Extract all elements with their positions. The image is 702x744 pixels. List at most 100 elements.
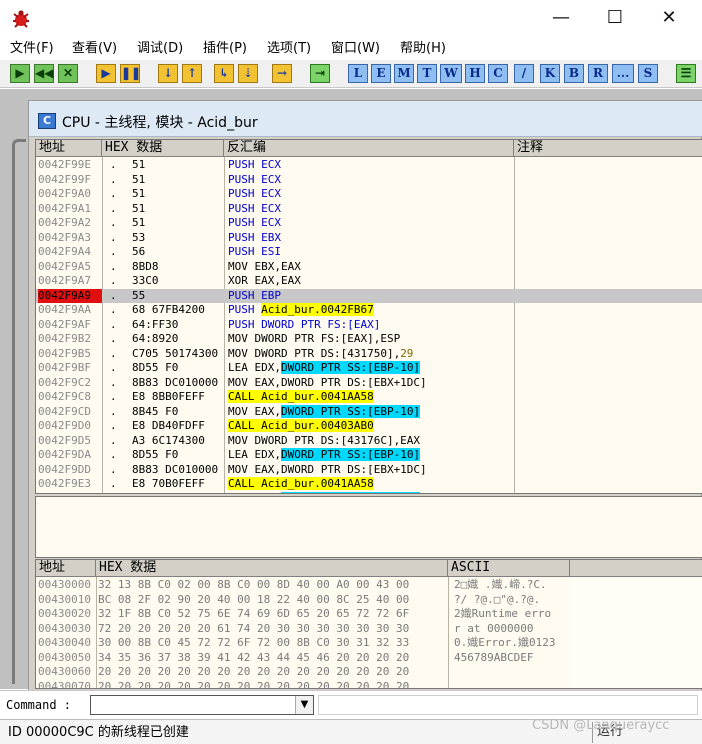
references-window-button[interactable]: R	[588, 64, 608, 83]
dump-row[interactable]: 00430070 20 20 20 20 20 20 20 20 20 20 20…	[36, 680, 570, 689]
disasm-marker: .	[110, 187, 117, 200]
disasm-address: 0042F9A5	[38, 259, 91, 273]
disasm-row[interactable]: 0042F99F. 51 PUSH ECX	[36, 173, 702, 188]
log-window-button[interactable]: L	[348, 64, 368, 83]
open-icon[interactable]: ▶	[10, 64, 30, 83]
instruction-part: PUSH ESI	[228, 245, 281, 258]
disasm-marker: .	[110, 346, 117, 360]
disasm-row[interactable]: 0042F9E3. E8 70B0FEFF CALL Acid_bur.0041AA…	[36, 477, 702, 492]
trace-into-icon[interactable]: ↳	[214, 64, 234, 83]
column-address[interactable]: 地址	[36, 140, 102, 157]
disassembly-pane[interactable]: 地址 HEX 数据 反汇编 注释 0042F99E. 51 PUSH ECX 0042…	[35, 139, 702, 494]
toolbar: ▶ ◀◀ ✕ ▶ ❚❚ ↓ ↑ ↳ ⇣ → ⇥ L E M T W H C / …	[0, 60, 702, 88]
windows-window-button[interactable]: W	[440, 64, 462, 83]
call-stack-window-button[interactable]: K	[540, 64, 560, 83]
rewind-icon[interactable]: ◀◀	[34, 64, 54, 83]
column-disassembly[interactable]: 反汇编	[224, 140, 514, 157]
instruction-part: MOV EBX,EAX	[228, 259, 301, 273]
run-icon[interactable]: ▶	[96, 64, 116, 83]
menu-debug[interactable]: 调试(D)	[137, 40, 183, 58]
disasm-row[interactable]: 0042F9B5. C705 50174300 MOV DWORD PTR DS:[…	[36, 347, 702, 362]
disasm-instruction: PUSH ECX	[228, 173, 518, 188]
disasm-instruction: PUSH Acid_bur.0042FB67	[228, 303, 518, 318]
goto-icon[interactable]: ⇥	[310, 64, 330, 83]
dump-hex: BC 08 2F 02 90 20 40 00 18 22 40 00 8C 2…	[98, 592, 410, 606]
disasm-row[interactable]: 0042F9A4. 56 PUSH ESI	[36, 245, 702, 260]
menu-file[interactable]: 文件(F)	[10, 40, 54, 58]
column-hex[interactable]: HEX 数据	[102, 140, 224, 157]
instruction-part: XOR EAX,EAX	[228, 274, 301, 287]
instruction-part: PUSH	[228, 303, 262, 316]
threads-window-button[interactable]: T	[417, 64, 437, 83]
dump-column-ascii[interactable]: ASCII	[448, 560, 570, 577]
trace-over-icon[interactable]: ⇣	[238, 64, 258, 83]
instruction-part: MOV DWORD PTR FS:[EAX],ESP	[228, 332, 401, 345]
dump-column-address[interactable]: 地址	[36, 560, 96, 577]
disasm-row[interactable]: 0042F9D5. A3 6C174300 MOV DWORD PTR DS:[43…	[36, 434, 702, 449]
close-button[interactable]: ✕	[646, 4, 692, 32]
run-trace-window-button[interactable]: ...	[612, 64, 634, 83]
disasm-row[interactable]: 0042F9C8. E8 8BB0FEFF CALL Acid_bur.0041AA…	[36, 390, 702, 405]
dump-row[interactable]: 00430040 30 00 8B C0 45 72 72 6F 72 00 8B…	[36, 636, 570, 651]
source-window-button[interactable]: S	[638, 64, 658, 83]
menu-window[interactable]: 窗口(W)	[331, 40, 380, 58]
disasm-row[interactable]: 0042F9A7. 33C0 XOR EAX,EAX	[36, 274, 702, 289]
cpu-window-titlebar[interactable]: C CPU - 主线程, 模块 - Acid_bur	[29, 101, 702, 137]
breakpoints-window-button[interactable]: B	[564, 64, 584, 83]
cpu-window-button[interactable]: C	[488, 64, 508, 83]
dump-pane[interactable]: 地址 HEX 数据 ASCII 00430000 32 13 8B C0 02 0…	[35, 559, 702, 689]
minimize-button[interactable]: —	[538, 4, 584, 32]
disasm-row-current[interactable]: 0042F9A9. 55 PUSH EBP	[36, 288, 702, 303]
step-into-icon[interactable]: ↓	[158, 64, 178, 83]
instruction-part: PUSH ECX	[228, 158, 281, 171]
cpu-window-icon: C	[38, 113, 56, 129]
disasm-marker: .	[110, 216, 117, 229]
close-process-icon[interactable]: ✕	[58, 64, 78, 83]
memory-window-button[interactable]: M	[394, 64, 414, 83]
menu-view[interactable]: 查看(V)	[72, 40, 117, 58]
disasm-hex: 8D55 F0	[132, 361, 179, 374]
handles-window-button[interactable]: H	[465, 64, 485, 83]
info-pane[interactable]	[35, 496, 702, 558]
menu-options[interactable]: 选项(T)	[267, 40, 311, 58]
disasm-hex: 64:FF30	[132, 317, 179, 331]
patches-window-button[interactable]: /	[514, 64, 534, 83]
maximize-button[interactable]: ☐	[592, 4, 638, 32]
disasm-row[interactable]: 0042F9DD. 8B83 DC010000 MOV EAX,DWORD PTR …	[36, 463, 702, 478]
disasm-row[interactable]: 0042F9CD. 8B45 F0 MOV EAX,DWORD PTR SS:[EB…	[36, 404, 702, 420]
disasm-marker: .	[110, 274, 117, 287]
disasm-row[interactable]: 0042F9A1. 51 PUSH ECX	[36, 202, 702, 217]
dump-column-hex[interactable]: HEX 数据	[96, 560, 448, 577]
disasm-row[interactable]: 0042F9AA. 68 67FB4200 PUSH Acid_bur.0042FB…	[36, 303, 702, 318]
dump-row[interactable]: 00430050 34 35 36 37 38 39 41 42 43 44 45…	[36, 651, 570, 666]
disasm-row[interactable]: 0042F9A2. 51 PUSH ECX	[36, 216, 702, 231]
chevron-down-icon[interactable]: ▼	[295, 696, 313, 714]
disasm-row[interactable]: 0042F9D0. E8 DB40FDFF CALL Acid_bur.00403A…	[36, 419, 702, 434]
menu-help[interactable]: 帮助(H)	[400, 40, 446, 58]
menu-plugins[interactable]: 插件(P)	[203, 40, 247, 58]
dump-row[interactable]: 00430020 32 1F 8B C0 52 75 6E 74 69 6D 65…	[36, 607, 570, 622]
disasm-row[interactable]: 0042F99E. 51 PUSH ECX	[36, 158, 702, 173]
disasm-row[interactable]: 0042F9A0. 51 PUSH ECX	[36, 187, 702, 202]
disasm-row[interactable]: 0042F9A5. 8BD8 MOV EBX,EAX	[36, 260, 702, 275]
modules-window-button[interactable]: E	[371, 64, 391, 83]
execute-till-return-icon[interactable]: →	[272, 64, 292, 83]
ladybug-icon[interactable]	[10, 8, 32, 30]
command-input[interactable]: ▼	[90, 695, 314, 715]
disasm-marker: .	[110, 361, 117, 374]
disasm-row[interactable]: 0042F9E8. 8B45 F0 MOV EAX,DWORD PTR SS:[EB…	[36, 491, 702, 493]
disasm-row[interactable]: 0042F9B2. 64:8920 MOV DWORD PTR FS:[EAX],E…	[36, 332, 702, 347]
disasm-row[interactable]: 0042F9BF. 8D55 F0 LEA EDX,DWORD PTR SS:[EB…	[36, 361, 702, 376]
column-comment[interactable]: 注释	[514, 140, 702, 157]
list-icon[interactable]: ☰	[676, 64, 696, 83]
dump-row[interactable]: 00430060 20 20 20 20 20 20 20 20 20 20 20…	[36, 665, 570, 680]
dump-row[interactable]: 00430000 32 13 8B C0 02 00 8B C0 00 8D 40…	[36, 578, 570, 593]
disasm-row[interactable]: 0042F9C2. 8B83 DC010000 MOV EAX,DWORD PTR …	[36, 376, 702, 391]
dump-row[interactable]: 00430010 BC 08 2F 02 90 20 40 00 18 22 40…	[36, 593, 570, 608]
disasm-row[interactable]: 0042F9A3. 53 PUSH EBX	[36, 231, 702, 246]
disasm-row[interactable]: 0042F9AF. 64:FF30 PUSH DWORD PTR FS:[EAX]	[36, 318, 702, 333]
disasm-row[interactable]: 0042F9DA. 8D55 F0 LEA EDX,DWORD PTR SS:[EB…	[36, 448, 702, 463]
pause-icon[interactable]: ❚❚	[120, 64, 141, 83]
dump-row[interactable]: 00430030 72 20 20 20 20 20 61 74 20 30 30…	[36, 622, 570, 637]
step-over-icon[interactable]: ↑	[182, 64, 202, 83]
